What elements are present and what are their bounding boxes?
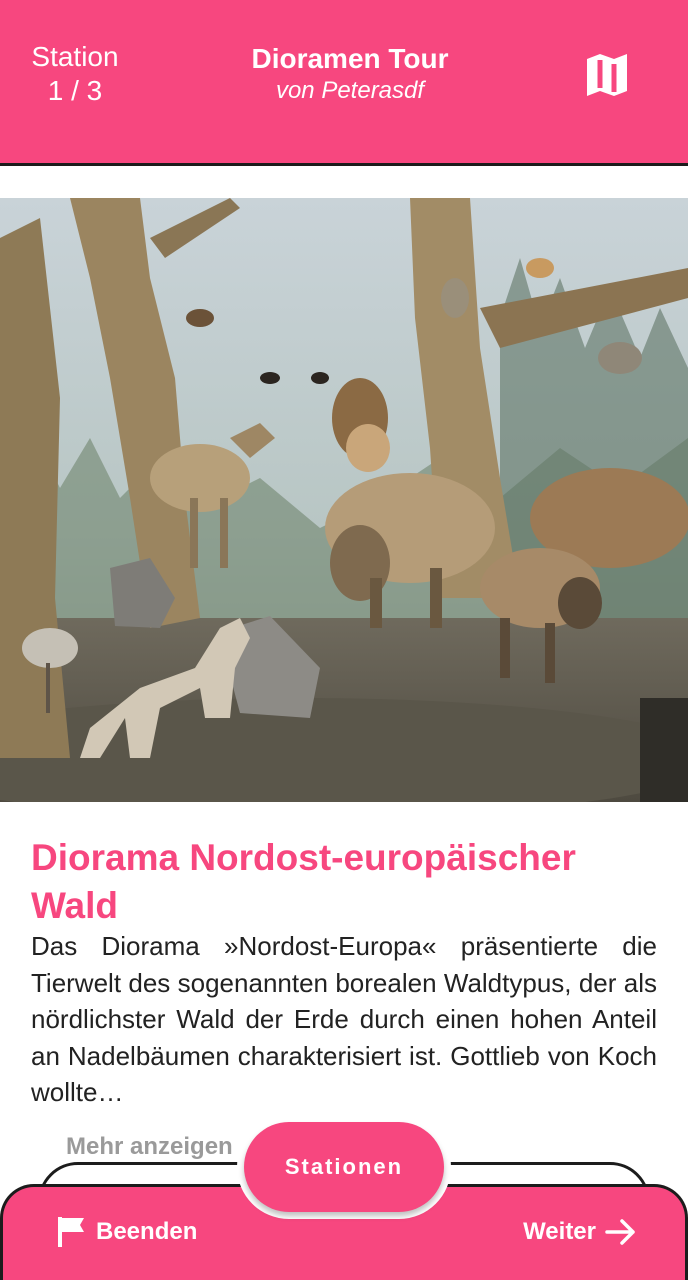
show-more-link[interactable]: Mehr anzeigen bbox=[66, 1132, 233, 1162]
tour-author: von Peterasdf bbox=[275, 77, 425, 104]
station-description: Das Diorama »Nordost-Europa« präsentiert… bbox=[31, 931, 657, 1107]
end-tour-label: Beenden bbox=[96, 1218, 198, 1245]
map-button[interactable] bbox=[576, 44, 638, 106]
header-bar: Station 1 / 3 Dioramen Tour von Peterasd… bbox=[0, 0, 688, 166]
end-tour-button[interactable]: Beenden bbox=[56, 1212, 197, 1252]
station-label: Station bbox=[31, 41, 119, 72]
diorama-illustration bbox=[0, 198, 688, 802]
map-icon bbox=[587, 54, 627, 96]
app-screen: Station 1 / 3 Dioramen Tour von Peterasd… bbox=[0, 0, 688, 1280]
station-image bbox=[0, 198, 688, 802]
station-counter: 1 / 3 bbox=[47, 75, 103, 106]
tour-title: Dioramen Tour bbox=[251, 43, 449, 74]
flag-icon bbox=[58, 1217, 84, 1247]
next-station-button[interactable]: Weiter bbox=[523, 1212, 638, 1252]
next-station-label: Weiter bbox=[523, 1218, 596, 1245]
arrow-right-icon bbox=[605, 1219, 635, 1245]
stations-button[interactable]: Stationen bbox=[237, 1115, 451, 1219]
stations-label: Stationen bbox=[284, 1154, 404, 1179]
station-title: Diorama Nordost-europäischer Wald bbox=[31, 837, 576, 926]
stations-button-pill: Stationen bbox=[244, 1122, 444, 1212]
